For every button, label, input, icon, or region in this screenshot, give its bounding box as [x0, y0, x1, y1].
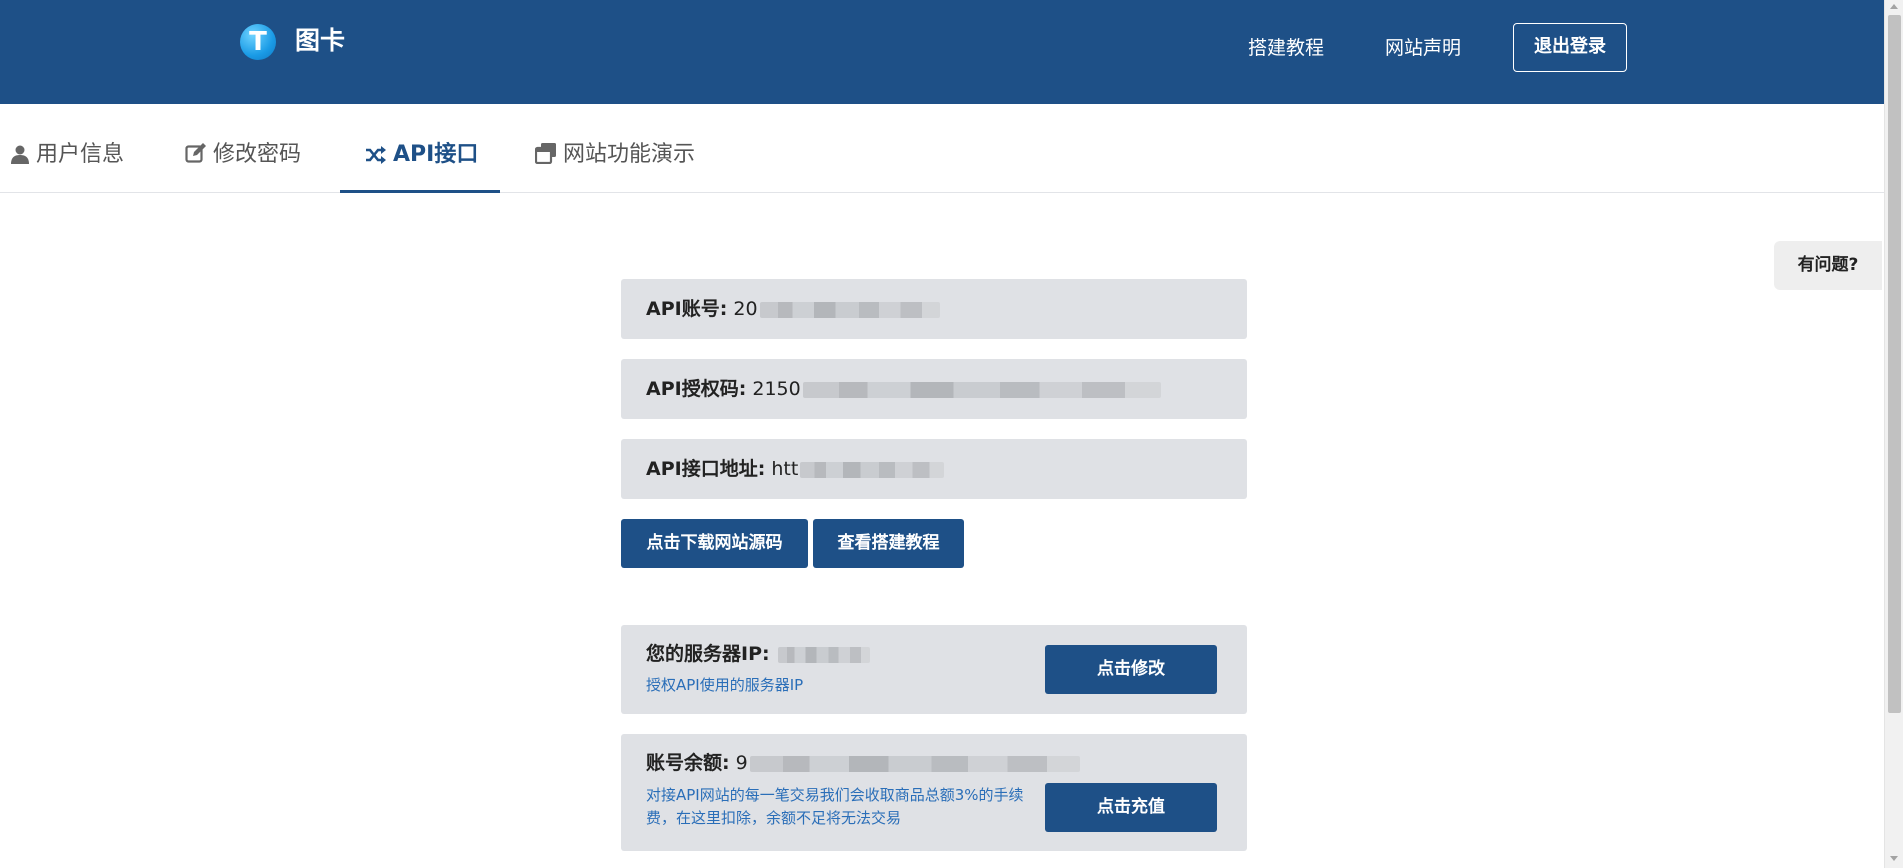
api-url-box: API接口地址: htt — [621, 439, 1247, 499]
tab-bar: 用户信息 修改密码 API接口 网站功能演示 — [0, 104, 1884, 193]
api-auth-code-box: API授权码: 2150 — [621, 359, 1247, 419]
nav-statement-link[interactable]: 网站声明 — [1385, 34, 1461, 62]
logo-letter: T — [249, 27, 267, 57]
recharge-button[interactable]: 点击充值 — [1045, 783, 1217, 832]
api-auth-code-row: API授权码: 2150 — [646, 374, 1161, 404]
tab-site-demo[interactable]: 网站功能演示 — [534, 140, 696, 193]
server-ip-desc: 授权API使用的服务器IP — [646, 676, 804, 694]
balance-label: 账号余额: — [646, 752, 730, 774]
tab-api[interactable]: API接口 — [340, 140, 500, 193]
scroll-up-icon[interactable] — [1890, 4, 1898, 9]
modify-ip-button[interactable]: 点击修改 — [1045, 645, 1217, 694]
balance-desc: 对接API网站的每一笔交易我们会收取商品总额3%的手续费，在这里扣除，余额不足将… — [646, 786, 1024, 827]
view-tutorial-button[interactable]: 查看搭建教程 — [813, 519, 964, 568]
edit-icon — [185, 142, 207, 173]
balance-row: 账号余额: 9 — [646, 748, 1080, 778]
tab-user-info-label: 用户信息 — [36, 142, 125, 167]
api-auth-code-label: API授权码: — [646, 378, 747, 400]
download-source-button[interactable]: 点击下载网站源码 — [621, 519, 808, 568]
scrollbar-thumb[interactable] — [1888, 15, 1901, 713]
server-ip-label: 您的服务器IP: — [646, 643, 770, 665]
scroll-down-icon[interactable] — [1890, 856, 1898, 861]
api-url-label: API接口地址: — [646, 458, 766, 480]
logo-icon[interactable]: T — [240, 24, 276, 60]
redacted-block — [800, 461, 945, 478]
brand-name[interactable]: 图卡 — [295, 24, 345, 58]
page: T 图卡 搭建教程 网站声明 退出登录 用户信息 修改密码 API接口 网站功能… — [0, 0, 1903, 868]
redacted-block — [749, 755, 1080, 772]
api-account-box: API账号: 20 — [621, 279, 1247, 339]
balance-panel: 账号余额: 9 对接API网站的每一笔交易我们会收取商品总额3%的手续费，在这里… — [621, 734, 1247, 851]
api-url-value: htt — [771, 458, 799, 480]
server-ip-row: 您的服务器IP: — [646, 639, 870, 669]
tab-api-label: API接口 — [393, 142, 479, 167]
api-account-label: API账号: — [646, 298, 728, 320]
user-icon — [10, 143, 30, 173]
nav-tutorial-link[interactable]: 搭建教程 — [1248, 34, 1324, 62]
scrollbar[interactable] — [1884, 0, 1903, 868]
shuffle-icon — [365, 143, 387, 173]
redacted-block — [802, 381, 1161, 398]
redacted-block — [777, 646, 870, 663]
tab-site-demo-label: 网站功能演示 — [563, 142, 696, 167]
api-account-row: API账号: 20 — [646, 294, 940, 324]
api-auth-code-value: 2150 — [752, 378, 801, 400]
server-ip-panel: 您的服务器IP: 授权API使用的服务器IP 点击修改 — [621, 625, 1247, 714]
logout-button[interactable]: 退出登录 — [1513, 23, 1627, 72]
api-url-row: API接口地址: htt — [646, 454, 945, 484]
tab-change-password[interactable]: 修改密码 — [185, 140, 301, 193]
balance-value: 9 — [735, 752, 748, 774]
tab-user-info[interactable]: 用户信息 — [10, 140, 124, 193]
tab-change-password-label: 修改密码 — [213, 142, 302, 167]
redacted-block — [759, 301, 940, 318]
help-button[interactable]: 有问题? — [1774, 241, 1882, 290]
top-navbar: T 图卡 搭建教程 网站声明 退出登录 — [0, 0, 1884, 104]
api-account-value: 20 — [733, 298, 758, 320]
copy-icon — [534, 142, 557, 173]
